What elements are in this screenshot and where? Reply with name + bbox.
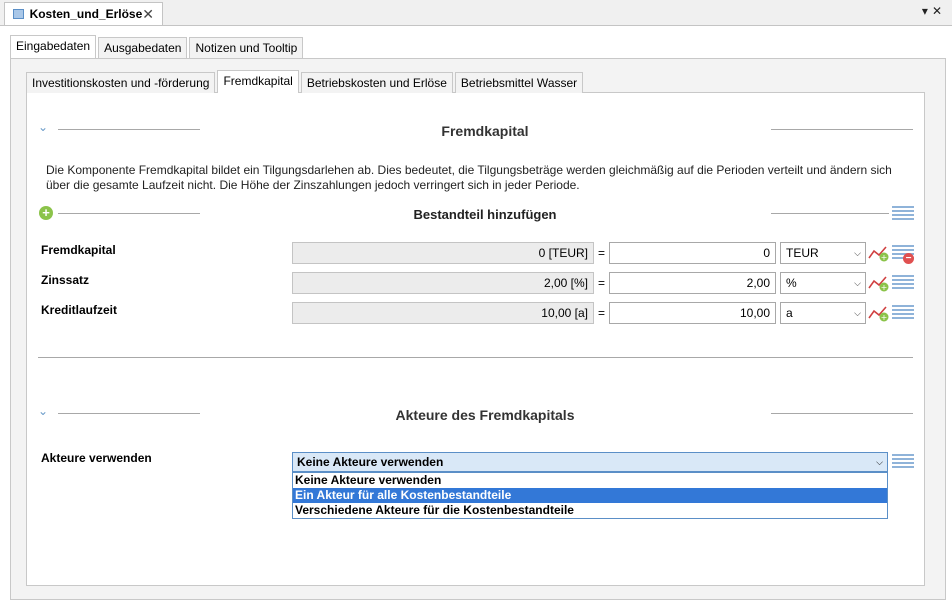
unit-select[interactable]: % ⌵ <box>780 272 866 294</box>
divider <box>58 413 200 414</box>
outer-tab-bar: Eingabedaten Ausgabedaten Notizen und To… <box>10 35 305 58</box>
close-icon[interactable]: ✕ <box>142 6 154 23</box>
row-label-fremdkapital: Fremdkapital <box>41 243 116 257</box>
section-title: Fremdkapital <box>441 123 529 139</box>
window-controls[interactable]: ▾✕ <box>922 4 946 18</box>
add-component-icon[interactable]: + <box>39 206 53 220</box>
dropdown-list: Keine Akteure verwenden Ein Akteur für a… <box>292 472 888 519</box>
tab-fremdkapital[interactable]: Fremdkapital <box>217 70 299 93</box>
view-tab-title: Kosten_und_Erlöse <box>29 7 143 21</box>
akteure-label: Akteure verwenden <box>41 451 152 465</box>
tab-ausgabedaten[interactable]: Ausgabedaten <box>98 37 188 58</box>
divider <box>771 213 889 214</box>
folder-icon <box>13 9 24 19</box>
chevron-down-icon: ⌵ <box>854 278 861 288</box>
equals-sign: = <box>598 306 606 320</box>
collapse-chevron-icon[interactable]: ⌄ <box>38 120 48 134</box>
unit-select[interactable]: a ⌵ <box>780 302 866 324</box>
description-text: Die Komponente Fremdkapital bildet ein T… <box>46 163 892 192</box>
unit-select-value: TEUR <box>786 246 819 260</box>
menu-icon[interactable] <box>892 454 914 468</box>
divider <box>771 413 913 414</box>
divider <box>771 129 913 130</box>
divider <box>58 213 200 214</box>
chevron-down-icon: ⌵ <box>854 248 861 258</box>
tab-betriebskosten[interactable]: Betriebskosten und Erlöse <box>300 72 453 93</box>
fremdkapital-input[interactable]: 0 <box>609 242 776 264</box>
timeseries-icon[interactable]: + <box>868 274 890 292</box>
remove-icon[interactable]: − <box>903 253 914 264</box>
unit-select-value: a <box>786 306 793 320</box>
chevron-down-icon: ⌵ <box>876 457 883 467</box>
dropdown-option[interactable]: Keine Akteure verwenden <box>293 473 887 488</box>
kreditlaufzeit-input[interactable]: 10,00 <box>609 302 776 324</box>
unit-select-value: % <box>786 276 797 290</box>
dropdown-selected-value: Keine Akteure verwenden <box>297 455 444 469</box>
computed-value: 0 [TEUR] <box>292 242 594 264</box>
add-component-label: Bestandteil hinzufügen <box>413 207 557 222</box>
zinssatz-input[interactable]: 2,00 <box>609 272 776 294</box>
menu-icon[interactable] <box>892 206 914 220</box>
section-divider <box>38 357 913 358</box>
equals-sign: = <box>598 276 606 290</box>
tab-eingabedaten[interactable]: Eingabedaten <box>10 35 97 58</box>
dropdown-option-highlighted[interactable]: Ein Akteur für alle Kostenbestandteile <box>293 488 887 503</box>
divider <box>58 129 200 130</box>
tab-notizen[interactable]: Notizen und Tooltip <box>189 37 304 58</box>
akteure-dropdown[interactable]: Keine Akteure verwenden ⌵ <box>292 452 888 472</box>
section-title: Akteure des Fremdkapitals <box>395 407 575 423</box>
collapse-chevron-icon[interactable]: ⌄ <box>38 404 48 418</box>
svg-text:+: + <box>881 313 888 322</box>
timeseries-icon[interactable]: + <box>868 304 890 322</box>
computed-value: 2,00 [%] <box>292 272 594 294</box>
dropdown-option[interactable]: Verschiedene Akteure für die Kostenbesta… <box>293 503 887 518</box>
computed-value: 10,00 [a] <box>292 302 594 324</box>
svg-text:+: + <box>881 253 888 262</box>
menu-icon[interactable] <box>892 275 914 289</box>
menu-icon[interactable] <box>892 305 914 319</box>
timeseries-icon[interactable]: + <box>868 244 890 262</box>
equals-sign: = <box>598 246 606 260</box>
view-tab[interactable]: Kosten_und_Erlöse ✕ <box>4 2 163 25</box>
svg-text:+: + <box>881 283 888 292</box>
tab-betriebsmittel-wasser[interactable]: Betriebsmittel Wasser <box>454 72 584 93</box>
tab-investitionskosten[interactable]: Investitionskosten und -förderung <box>26 72 216 93</box>
row-label-kreditlaufzeit: Kreditlaufzeit <box>41 303 118 317</box>
chevron-down-icon: ⌵ <box>854 308 861 318</box>
unit-select[interactable]: TEUR ⌵ <box>780 242 866 264</box>
inner-tab-bar: Investitionskosten und -förderung Fremdk… <box>26 70 585 93</box>
row-label-zinssatz: Zinssatz <box>41 273 90 287</box>
